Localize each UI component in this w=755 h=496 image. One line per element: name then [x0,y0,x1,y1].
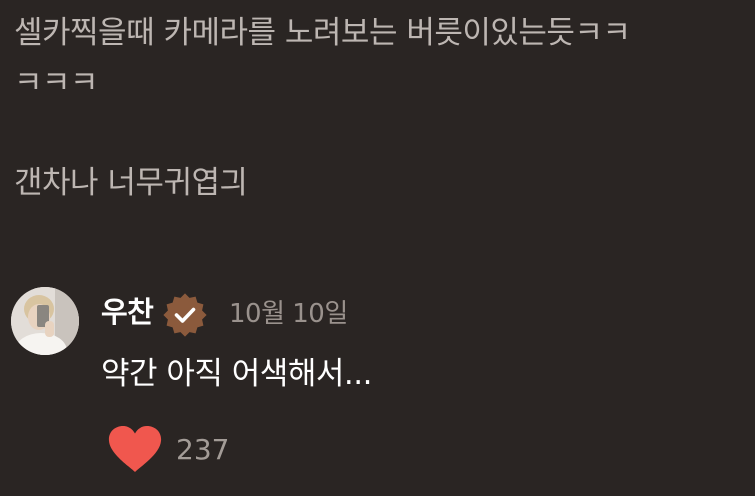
reply-text: 약간 아직 어색해서... [101,356,372,392]
verified-badge-icon [162,292,208,338]
comment-line-1: 셀카찍을때 카메라를 노려보는 버릇이있는듯ㅋㅋ [14,15,631,51]
comment-text-block: 셀카찍을때 카메라를 노려보는 버릇이있는듯ㅋㅋ ㅋㅋㅋ 갠차나 너무귀엽긔 [14,8,739,208]
avatar[interactable] [11,287,79,355]
comment-line-3: 갠차나 너무귀엽긔 [14,165,248,201]
reply-username[interactable]: 우찬 [101,292,154,332]
comment-line-2: ㅋㅋㅋ [14,65,99,101]
like-count: 237 [176,433,230,466]
reply-date: 10월 10일 [229,299,348,329]
heart-icon[interactable] [107,424,163,474]
